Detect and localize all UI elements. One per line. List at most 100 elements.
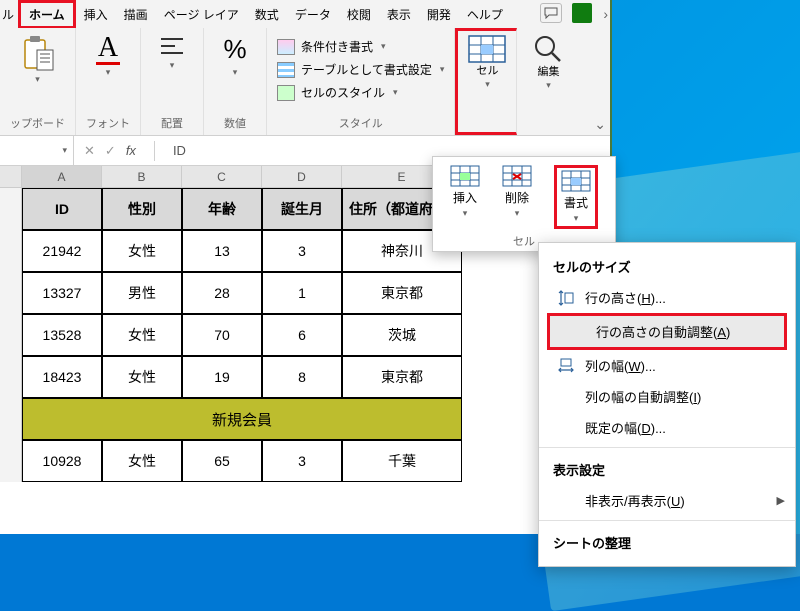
comments-icon[interactable] (540, 3, 562, 23)
table-format-icon (277, 62, 295, 78)
cell[interactable]: 女性 (102, 314, 182, 356)
cell[interactable]: 女性 (102, 230, 182, 272)
cell[interactable]: 3 (262, 230, 342, 272)
menu-row-height[interactable]: 行の高さ(H)... (539, 282, 795, 313)
cells-dropdown-panel: 挿入 ▾ 削除 ▾ 書式 ▾ セル (432, 156, 616, 252)
cell-styles-button[interactable]: セルのスタイル▾ (277, 84, 444, 101)
font-button[interactable]: A ▾ (87, 34, 129, 78)
menu-default-width[interactable]: 既定の幅(D)... (539, 412, 795, 443)
cell[interactable]: 70 (182, 314, 262, 356)
menu-tabs: ル ホーム 挿入 描画 ページ レイア 数式 データ 校閲 表示 開発 ヘルプ … (0, 0, 610, 28)
percent-icon: % (223, 34, 246, 65)
col-width-icon (557, 358, 575, 374)
chevron-down-icon: ▾ (170, 60, 175, 71)
col-header-a[interactable]: A (22, 166, 102, 187)
name-box[interactable]: ▾ (0, 136, 74, 165)
format-as-table-button[interactable]: テーブルとして書式設定▾ (277, 61, 444, 78)
menu-autofit-row-height[interactable]: 行の高さの自動調整(A) (547, 313, 787, 350)
share-icon[interactable] (572, 3, 592, 23)
cell[interactable]: 28 (182, 272, 262, 314)
tab-draw[interactable]: 描画 (116, 3, 156, 26)
accept-icon[interactable]: ✓ (105, 143, 116, 159)
col-header-d[interactable]: D (262, 166, 342, 187)
cell[interactable]: 男性 (102, 272, 182, 314)
number-button[interactable]: % ▾ (214, 34, 256, 78)
cell[interactable]: 女性 (102, 356, 182, 398)
delete-cells-button[interactable]: 削除 ▾ (502, 165, 532, 229)
ribbon-collapse-icon[interactable]: ⌄ (594, 116, 606, 133)
tab-developer[interactable]: 開発 (419, 3, 459, 26)
chevron-down-icon: ▾ (62, 145, 67, 156)
group-label-clipboard: ップボード (10, 115, 65, 133)
cell[interactable]: 10928 (22, 440, 102, 482)
group-label-align: 配置 (161, 115, 183, 133)
col-header-c[interactable]: C (182, 166, 262, 187)
chevron-down-icon: ▾ (485, 79, 490, 90)
cell[interactable]: ID (22, 188, 102, 230)
align-button[interactable]: ▾ (151, 34, 193, 71)
chevron-down-icon: ▾ (35, 74, 40, 85)
cell[interactable]: 誕生月 (262, 188, 342, 230)
cell[interactable]: 3 (262, 440, 342, 482)
format-context-menu: セルのサイズ 行の高さ(H)... 行の高さの自動調整(A) 列の幅(W)...… (538, 242, 796, 567)
cancel-icon[interactable]: ✕ (84, 143, 95, 159)
cell[interactable]: 18423 (22, 356, 102, 398)
cell[interactable]: 1 (262, 272, 342, 314)
chevron-right-icon: ▶ (777, 494, 785, 507)
font-icon: A (96, 34, 120, 65)
menu-section-sheet: シートの整理 (539, 525, 795, 558)
menu-col-width[interactable]: 列の幅(W)... (539, 350, 795, 381)
tab-view[interactable]: 表示 (379, 3, 419, 26)
ribbon-group-align: ▾ 配置 (141, 28, 204, 135)
cell[interactable]: 年齢 (182, 188, 262, 230)
cell[interactable]: 13 (182, 230, 262, 272)
format-cells-button[interactable]: 書式 ▾ (554, 165, 598, 229)
tab-review[interactable]: 校閲 (339, 3, 379, 26)
cell[interactable]: 8 (262, 356, 342, 398)
tab-home[interactable]: ホーム (18, 0, 76, 29)
cell[interactable]: 13528 (22, 314, 102, 356)
cell[interactable]: 6 (262, 314, 342, 356)
tab-insert[interactable]: 挿入 (76, 3, 116, 26)
group-label-styles: スタイル (339, 115, 383, 133)
ribbon-group-cells: セル ▾ (455, 28, 517, 135)
fx-icon[interactable]: fx (126, 143, 136, 158)
chevron-down-icon: ▾ (546, 80, 551, 91)
cell[interactable]: 女性 (102, 440, 182, 482)
menu-section-cellsize: セルのサイズ (539, 249, 795, 282)
row-height-icon (557, 290, 575, 306)
chevron-down-icon: ▾ (233, 67, 238, 78)
edit-button[interactable]: 編集 ▾ (527, 34, 569, 91)
tab-help[interactable]: ヘルプ (459, 3, 511, 26)
ribbon-group-font: A ▾ フォント (76, 28, 141, 135)
ribbon-group-clipboard: ▾ ップボード (0, 28, 76, 135)
cell[interactable]: 19 (182, 356, 262, 398)
cells-button[interactable]: セル ▾ (466, 35, 508, 90)
tab-pagelayout[interactable]: ページ レイア (156, 3, 247, 26)
conditional-format-button[interactable]: 条件付き書式▾ (277, 38, 444, 55)
col-header-b[interactable]: B (102, 166, 182, 187)
ribbon-group-number: % ▾ 数値 (204, 28, 267, 135)
ribbon-group-edit: 編集 ▾ (517, 28, 579, 135)
cell[interactable]: 65 (182, 440, 262, 482)
paste-button[interactable]: ▾ (17, 34, 59, 85)
group-label-number: 数値 (224, 115, 246, 133)
chevron-down-icon: ▾ (106, 67, 111, 78)
tab-file-cut[interactable]: ル (2, 3, 18, 26)
tab-data[interactable]: データ (287, 3, 339, 26)
cell[interactable]: 13327 (22, 272, 102, 314)
chevron-right-icon[interactable]: › (603, 6, 608, 22)
merged-cell[interactable]: 新規会員 (22, 398, 462, 440)
menu-hide-show[interactable]: 非表示/再表示(U) ▶ (539, 485, 795, 516)
cell[interactable]: 21942 (22, 230, 102, 272)
cell[interactable]: 東京都 (342, 272, 462, 314)
insert-cells-button[interactable]: 挿入 ▾ (450, 165, 480, 229)
formula-input[interactable]: ID (163, 143, 186, 158)
tab-formulas[interactable]: 数式 (247, 3, 287, 26)
cell[interactable]: 性別 (102, 188, 182, 230)
cell[interactable]: 茨城 (342, 314, 462, 356)
menu-autofit-col-width[interactable]: 列の幅の自動調整(I) (539, 381, 795, 412)
cell[interactable]: 東京都 (342, 356, 462, 398)
menu-section-visibility: 表示設定 (539, 452, 795, 485)
cell[interactable]: 千葉 (342, 440, 462, 482)
